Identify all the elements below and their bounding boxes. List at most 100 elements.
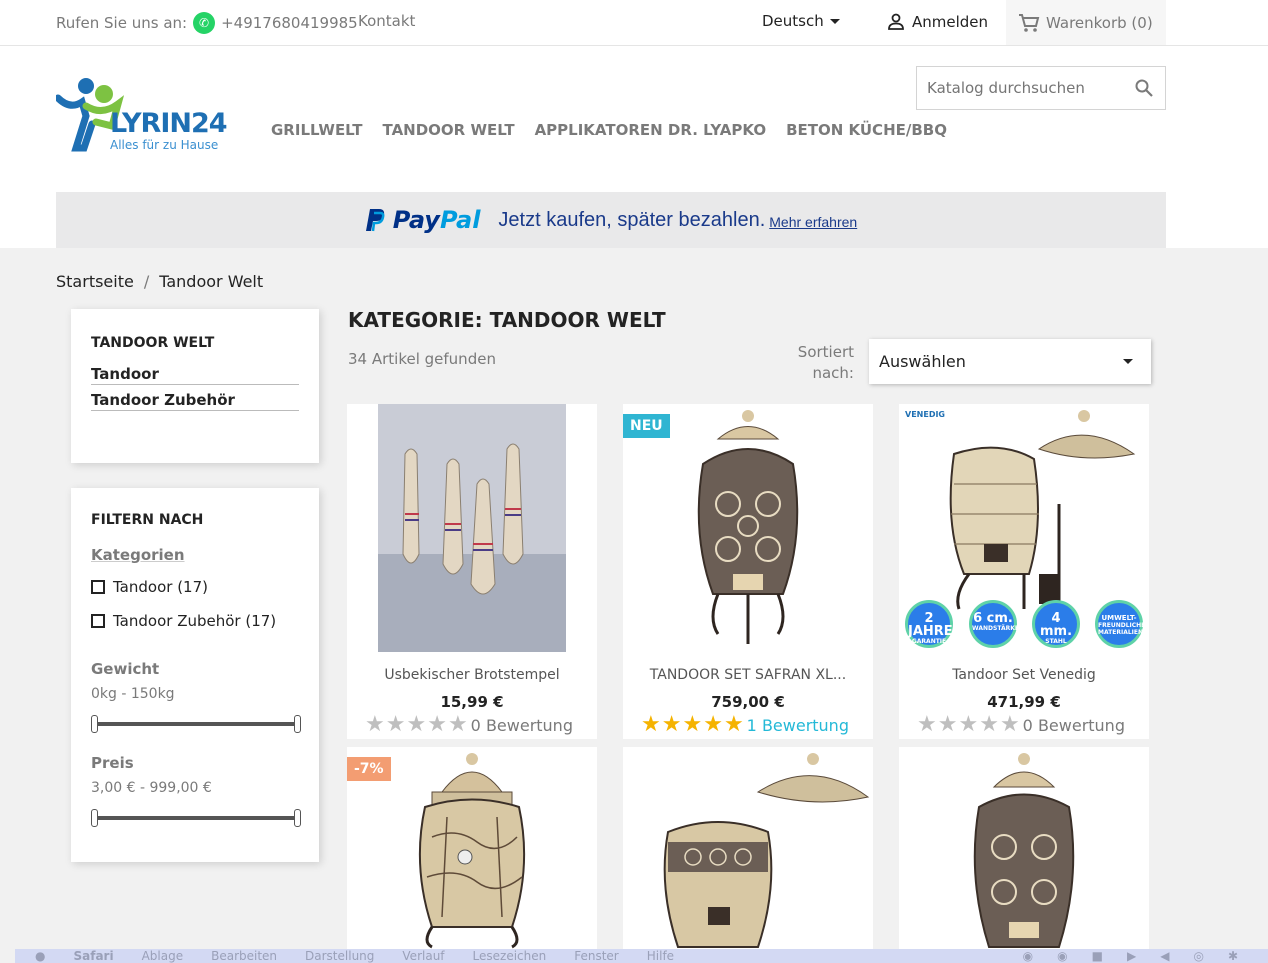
product-image[interactable]: NEU [623, 404, 873, 652]
telegram-icon[interactable]: ◉ [1023, 949, 1033, 963]
star-icon: ★ [917, 712, 937, 737]
slider-handle-max[interactable] [294, 715, 301, 733]
checklist-icon[interactable]: ■ [1092, 949, 1103, 963]
volume-icon[interactable]: ◀ [1160, 949, 1169, 963]
product-card[interactable] [623, 747, 873, 949]
language-selector[interactable]: Deutsch [762, 12, 840, 30]
star-icon: ★ [427, 712, 447, 737]
play-icon[interactable]: ▶ [1127, 949, 1136, 963]
skype-icon[interactable]: ◉ [1057, 949, 1067, 963]
slider-track [94, 816, 298, 820]
menu-applikatoren[interactable]: APPLIKATOREN DR. LYAPKO [535, 121, 767, 139]
product-name[interactable]: Tandoor Set Venedig [899, 667, 1149, 683]
os-menu-bearbeiten[interactable]: Bearbeiten [211, 949, 277, 963]
category-link-tandoor[interactable]: Tandoor [91, 359, 299, 385]
whatsapp-icon[interactable]: ✆ [193, 12, 216, 34]
os-menu-fenster[interactable]: Fenster [574, 949, 619, 963]
cart-button[interactable]: Warenkorb (0) [1006, 0, 1166, 45]
chevron-down-icon [829, 18, 840, 24]
price-slider[interactable] [91, 808, 301, 828]
category-link-tandoor-zubehoer[interactable]: Tandoor Zubehör [91, 385, 299, 411]
product-name[interactable]: TANDOOR SET SAFRAN XL... [623, 667, 873, 683]
star-icon: ★ [661, 712, 682, 737]
discount-badge: -7% [347, 757, 391, 781]
product-card[interactable]: -7% [347, 747, 597, 949]
wifi-icon[interactable]: ◎ [1193, 949, 1203, 963]
search-icon[interactable] [1135, 79, 1153, 97]
filter-panel: FILTERN NACH Kategorien Tandoor (17) Tan… [71, 488, 319, 862]
new-badge: NEU [623, 414, 670, 438]
filter-checkbox-label: Tandoor (17) [113, 578, 208, 596]
menu-tandoor-welt[interactable]: TANDOOR WELT [383, 121, 515, 139]
filter-price-label: Preis [91, 754, 134, 772]
filter-checkbox-tandoor-zubehoer[interactable]: Tandoor Zubehör (17) [91, 612, 299, 630]
product-image[interactable]: -7% [347, 747, 597, 949]
os-menu-safari[interactable]: Safari [73, 949, 113, 963]
breadcrumb: Startseite / Tandoor Welt [56, 272, 263, 291]
search-input[interactable] [917, 67, 1117, 109]
product-image[interactable] [623, 747, 873, 949]
chevron-down-icon [1123, 359, 1133, 364]
contact-link[interactable]: Kontakt [358, 12, 415, 30]
os-menu-ablage[interactable]: Ablage [142, 949, 184, 963]
os-menu-darstellung[interactable]: Darstellung [305, 949, 374, 963]
filter-checkbox-tandoor[interactable]: Tandoor (17) [91, 578, 299, 596]
slider-handle-min[interactable] [91, 715, 98, 733]
breadcrumb-home[interactable]: Startseite [56, 272, 134, 291]
slider-handle-max[interactable] [294, 809, 301, 827]
filter-categories-label: Kategorien [91, 546, 185, 564]
product-rating: ★ ★ ★ ★ ★ 1 Bewertung [641, 713, 849, 737]
category-panel-title[interactable]: TANDOOR WELT [91, 335, 299, 351]
os-menubar: ● Safari Ablage Bearbeiten Darstellung V… [15, 949, 1268, 963]
star-icon: ★ [999, 712, 1020, 737]
language-label: Deutsch [762, 12, 824, 30]
breadcrumb-current[interactable]: Tandoor Welt [159, 272, 263, 291]
status-icons: ◉ ◉ ■ ▶ ◀ ◎ ✱ [1023, 949, 1238, 963]
product-card[interactable] [899, 747, 1149, 949]
main-menu: GRILLWELT TANDOOR WELT APPLIKATOREN DR. … [271, 121, 947, 139]
logo-tagline: Alles für zu Hause [110, 138, 219, 152]
phone-number[interactable]: +4917680419985 [221, 14, 358, 32]
paypal-pal: Pal [439, 206, 481, 234]
star-icon: ★ [641, 712, 661, 737]
product-image[interactable] [347, 404, 597, 652]
product-label: VENEDIG [905, 410, 945, 419]
menu-grillwelt[interactable]: GRILLWELT [271, 121, 363, 139]
paypal-banner: PayPal Jetzt kaufen, später bezahlen. Me… [56, 192, 1166, 248]
weight-slider[interactable] [91, 714, 301, 734]
slider-handle-min[interactable] [91, 809, 98, 827]
product-card[interactable]: Usbekischer Brotstempel 15,99 € ★ ★ ★ ★ ★ 0 … [347, 404, 597, 739]
product-image[interactable]: VENEDIG 2 JAHRE GARANTIE 6 cm. WANDSTÄRKE … [899, 404, 1149, 652]
menu-beton-kueche[interactable]: BETON KÜCHE/BBQ [786, 121, 947, 139]
eco-seal-icon: UMWELT- FREUNDLICHE MATERIALIEN [1095, 600, 1145, 648]
product-name[interactable]: Usbekischer Brotstempel [347, 667, 597, 683]
sort-select[interactable]: Auswählen [869, 339, 1151, 384]
checkbox-icon[interactable] [91, 614, 105, 628]
filter-weight-label: Gewicht [91, 660, 160, 678]
product-card[interactable]: VENEDIG 2 JAHRE GARANTIE 6 cm. WANDSTÄRKE … [899, 404, 1149, 739]
star-icon: ★ [447, 712, 468, 737]
apple-icon[interactable]: ● [35, 949, 45, 963]
os-menu-lesezeichen[interactable]: Lesezeichen [473, 949, 547, 963]
breadcrumb-separator: / [143, 272, 150, 291]
rating-count-link[interactable]: 1 Bewertung [747, 716, 849, 735]
os-menu-hilfe[interactable]: Hilfe [647, 949, 674, 963]
login-link[interactable]: Anmelden [886, 12, 988, 32]
star-icon: ★ [979, 712, 999, 737]
logo-brand: LYRIN24 [110, 108, 228, 139]
product-image[interactable] [899, 747, 1149, 949]
product-price: 759,00 € [711, 693, 785, 711]
os-menu-verlauf[interactable]: Verlauf [402, 949, 444, 963]
search-box [916, 66, 1166, 110]
bluetooth-icon[interactable]: ✱ [1228, 949, 1238, 963]
star-icon: ★ [682, 712, 703, 737]
paypal-text: Jetzt kaufen, später bezahlen. [498, 208, 766, 231]
top-nav: Rufen Sie uns an: ✆ +4917680419985 Konta… [0, 0, 1268, 46]
checkbox-icon[interactable] [91, 580, 105, 594]
paypal-learn-more-link[interactable]: Mehr erfahren [769, 214, 857, 230]
product-card[interactable]: NEU TANDOOR SET SAFRAN XL... 759,00 € ★ ★… [623, 404, 873, 739]
product-rating: ★ ★ ★ ★ ★ 0 Bewertung [917, 713, 1125, 737]
star-icon: ★ [723, 712, 744, 737]
results-count: 34 Artikel gefunden [348, 350, 496, 368]
site-logo[interactable]: LYRIN24 Alles für zu Hause [56, 76, 228, 152]
